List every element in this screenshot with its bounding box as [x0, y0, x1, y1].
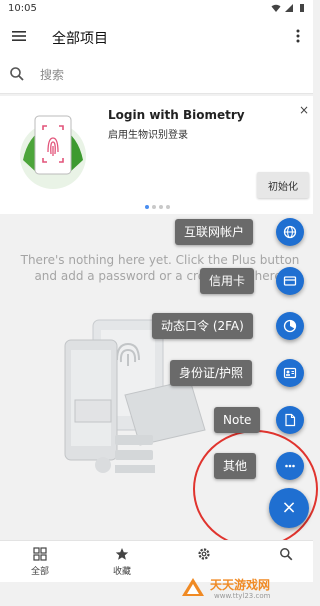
fab-close-button[interactable]: × [269, 488, 309, 528]
settings-icon [198, 548, 210, 560]
page-title: 全部项目 [52, 31, 108, 47]
fab-item-note[interactable]: Note [0, 406, 313, 434]
fab-item-id-passport[interactable]: 身份证/护照 [0, 359, 313, 387]
page-indicator [145, 205, 170, 209]
nav-label: 收藏 [112, 567, 131, 577]
credit-card-icon[interactable] [276, 267, 304, 295]
nav-item-all[interactable]: 全部 [20, 547, 60, 577]
highlight-circle [193, 430, 318, 548]
status-icons [271, 3, 307, 13]
search-icon [10, 67, 24, 81]
watermark-logo-icon [182, 578, 204, 596]
biometry-promo-card: Login with Biometry 启用生物识别登录 × 初始化 [0, 96, 313, 214]
page-dot[interactable] [159, 205, 163, 209]
status-time: 10:05 [8, 3, 37, 14]
more-horiz-icon[interactable] [276, 452, 304, 480]
nav-item-search[interactable] [266, 547, 306, 564]
timer-icon[interactable] [276, 312, 304, 340]
fab-item-credit-card[interactable]: 信用卡 [0, 267, 313, 295]
fab-label[interactable]: 身份证/护照 [170, 360, 253, 386]
note-icon[interactable] [276, 406, 304, 434]
watermark-url: www.ttyl23.com [214, 592, 271, 600]
fab-item-2fa[interactable]: 动态口令 (2FA) [0, 312, 313, 340]
fab-label[interactable]: 互联网帐户 [175, 219, 254, 245]
page-dot[interactable] [166, 205, 170, 209]
site-watermark: 天天游戏网 www.ttyl23.com [180, 576, 310, 604]
initialize-button[interactable]: 初始化 [257, 172, 309, 198]
nav-label: 全部 [30, 567, 49, 577]
fab-label[interactable]: Note [214, 407, 261, 433]
nav-item-favorites[interactable]: 收藏 [102, 547, 142, 577]
fab-label[interactable]: 动态口令 (2FA) [152, 313, 253, 339]
fab-label[interactable]: 其他 [214, 453, 257, 479]
fingerprint-illustration [20, 115, 86, 189]
fab-label[interactable]: 信用卡 [200, 268, 255, 294]
app-bar: 全部项目 [0, 18, 313, 56]
page-dot[interactable] [145, 205, 149, 209]
fab-item-other[interactable]: 其他 [0, 452, 313, 480]
more-vert-icon[interactable] [291, 27, 305, 45]
search-input[interactable] [40, 64, 280, 86]
wifi-icon [271, 4, 281, 12]
grid-icon [33, 547, 47, 561]
search-icon [280, 548, 293, 561]
promo-subtitle: 启用生物识别登录 [108, 130, 188, 141]
close-icon[interactable]: × [298, 104, 310, 116]
globe-icon[interactable] [276, 218, 304, 246]
battery-icon [300, 4, 304, 12]
nav-item-settings[interactable] [184, 547, 224, 564]
menu-icon[interactable] [10, 27, 28, 45]
promo-title: Login with Biometry [108, 108, 245, 122]
watermark-brand: 天天游戏网 [210, 578, 271, 592]
fab-item-internet-account[interactable]: 互联网帐户 [0, 218, 313, 246]
page-dot[interactable] [152, 205, 156, 209]
star-icon [115, 548, 129, 560]
search-bar [0, 56, 313, 94]
status-bar: 10:05 [0, 0, 313, 18]
id-card-icon[interactable] [276, 359, 304, 387]
signal-icon [285, 4, 293, 12]
